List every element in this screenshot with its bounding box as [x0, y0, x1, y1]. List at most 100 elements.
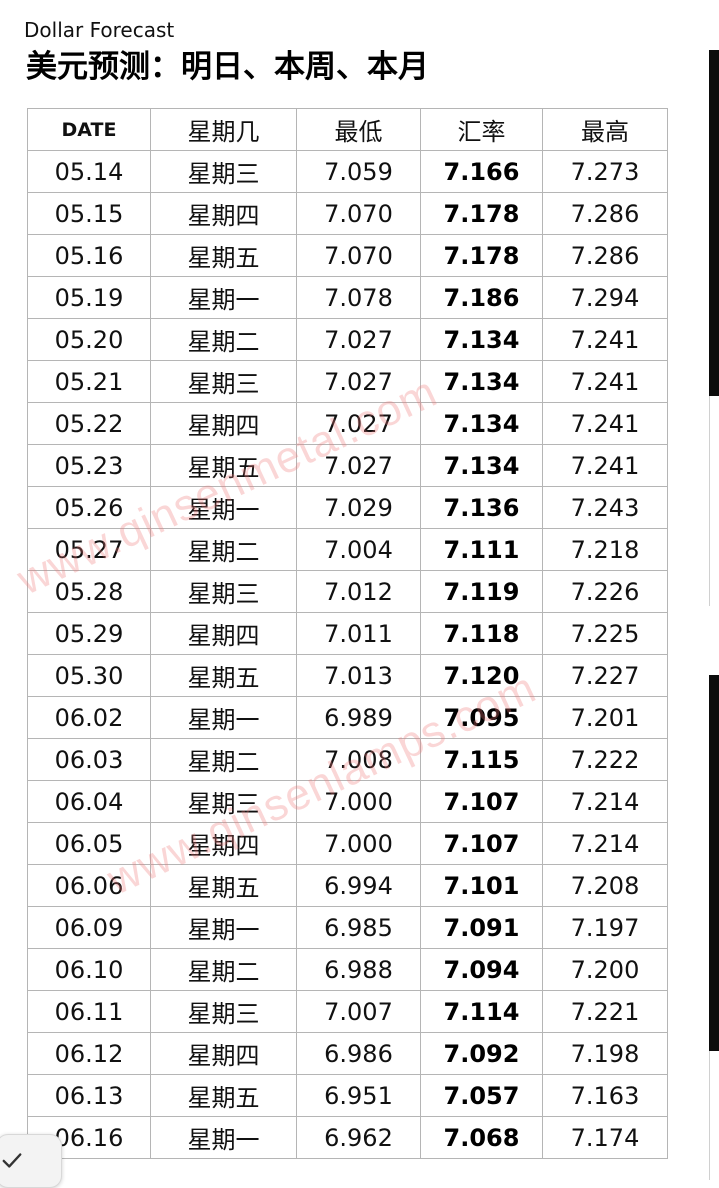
rate-cell: 7.101 — [420, 864, 543, 907]
date-cell: 05.21 — [27, 360, 151, 403]
date-cell: 05.28 — [27, 570, 151, 613]
side-panel-bar — [709, 50, 719, 396]
low-cell: 7.011 — [296, 612, 421, 655]
high-cell: 7.222 — [542, 738, 668, 781]
side-panel-edge — [709, 396, 710, 606]
low-cell: 7.012 — [296, 570, 421, 613]
rate-cell: 7.119 — [420, 570, 543, 613]
column-header-high: 最高 — [542, 108, 668, 151]
weekday-cell: 星期一 — [150, 486, 297, 529]
high-cell: 7.227 — [542, 654, 668, 697]
low-cell: 7.027 — [296, 360, 421, 403]
date-cell: 05.15 — [27, 192, 151, 235]
date-cell: 06.12 — [27, 1032, 151, 1075]
table-row: 05.28 星期三 7.012 7.119 7.226 — [27, 570, 668, 613]
date-cell: 06.09 — [27, 906, 151, 949]
date-cell: 05.30 — [27, 654, 151, 697]
weekday-cell: 星期四 — [150, 822, 297, 865]
high-cell: 7.218 — [542, 528, 668, 571]
high-cell: 7.286 — [542, 192, 668, 235]
side-panel-edge — [709, 1051, 710, 1180]
forecast-table: DATE 星期几 最低 汇率 最高 05.14 星期三 7.059 7.166 7.27… — [27, 108, 668, 1159]
check-icon — [2, 1153, 22, 1168]
column-header-rate: 汇率 — [420, 108, 543, 151]
date-cell: 06.04 — [27, 780, 151, 823]
high-cell: 7.174 — [542, 1116, 668, 1159]
weekday-cell: 星期二 — [150, 528, 297, 571]
high-cell: 7.221 — [542, 990, 668, 1033]
high-cell: 7.286 — [542, 234, 668, 277]
high-cell: 7.201 — [542, 696, 668, 739]
table-row: 06.04 星期三 7.000 7.107 7.214 — [27, 780, 668, 823]
table-body: 05.14 星期三 7.059 7.166 7.273 05.15 星期四 7.070 7.17… — [27, 150, 668, 1159]
table-header-row: DATE 星期几 最低 汇率 最高 — [27, 108, 668, 151]
low-cell: 6.986 — [296, 1032, 421, 1075]
weekday-cell: 星期一 — [150, 276, 297, 319]
column-header-low: 最低 — [296, 108, 421, 151]
table-row: 05.23 星期五 7.027 7.134 7.241 — [27, 444, 668, 487]
weekday-cell: 星期五 — [150, 444, 297, 487]
low-cell: 7.027 — [296, 318, 421, 361]
table-row: 06.03 星期二 7.008 7.115 7.222 — [27, 738, 668, 781]
table-row: 06.13 星期五 6.951 7.057 7.163 — [27, 1074, 668, 1117]
weekday-cell: 星期三 — [150, 780, 297, 823]
low-cell: 7.029 — [296, 486, 421, 529]
high-cell: 7.241 — [542, 402, 668, 445]
low-cell: 6.985 — [296, 906, 421, 949]
low-cell: 7.000 — [296, 822, 421, 865]
high-cell: 7.241 — [542, 318, 668, 361]
table-row: 06.16 星期一 6.962 7.068 7.174 — [27, 1116, 668, 1159]
column-header-weekday: 星期几 — [150, 108, 297, 151]
low-cell: 7.078 — [296, 276, 421, 319]
low-cell: 6.989 — [296, 696, 421, 739]
date-cell: 05.16 — [27, 234, 151, 277]
table-row: 06.05 星期四 7.000 7.107 7.214 — [27, 822, 668, 865]
high-cell: 7.243 — [542, 486, 668, 529]
table-row: 05.20 星期二 7.027 7.134 7.241 — [27, 318, 668, 361]
table-row: 05.30 星期五 7.013 7.120 7.227 — [27, 654, 668, 697]
weekday-cell: 星期三 — [150, 990, 297, 1033]
rate-cell: 7.118 — [420, 612, 543, 655]
date-cell: 05.23 — [27, 444, 151, 487]
low-cell: 7.008 — [296, 738, 421, 781]
weekday-cell: 星期一 — [150, 906, 297, 949]
weekday-cell: 星期五 — [150, 864, 297, 907]
low-cell: 6.988 — [296, 948, 421, 991]
high-cell: 7.198 — [542, 1032, 668, 1075]
date-cell: 06.05 — [27, 822, 151, 865]
weekday-cell: 星期五 — [150, 234, 297, 277]
rate-cell: 7.178 — [420, 234, 543, 277]
date-cell: 05.19 — [27, 276, 151, 319]
high-cell: 7.208 — [542, 864, 668, 907]
table-row: 06.10 星期二 6.988 7.094 7.200 — [27, 948, 668, 991]
high-cell: 7.214 — [542, 822, 668, 865]
low-cell: 6.994 — [296, 864, 421, 907]
table-row: 05.29 星期四 7.011 7.118 7.225 — [27, 612, 668, 655]
table-row: 06.09 星期一 6.985 7.091 7.197 — [27, 906, 668, 949]
low-cell: 7.000 — [296, 780, 421, 823]
high-cell: 7.214 — [542, 780, 668, 823]
rate-cell: 7.068 — [420, 1116, 543, 1159]
date-cell: 05.14 — [27, 150, 151, 193]
column-header-date: DATE — [27, 108, 151, 151]
rate-cell: 7.111 — [420, 528, 543, 571]
date-cell: 05.29 — [27, 612, 151, 655]
low-cell: 7.027 — [296, 444, 421, 487]
weekday-cell: 星期二 — [150, 318, 297, 361]
date-cell: 06.13 — [27, 1074, 151, 1117]
low-cell: 6.951 — [296, 1074, 421, 1117]
weekday-cell: 星期一 — [150, 1116, 297, 1159]
rate-cell: 7.120 — [420, 654, 543, 697]
high-cell: 7.226 — [542, 570, 668, 613]
weekday-cell: 星期三 — [150, 150, 297, 193]
rate-cell: 7.057 — [420, 1074, 543, 1117]
table-row: 05.14 星期三 7.059 7.166 7.273 — [27, 150, 668, 193]
date-cell: 05.26 — [27, 486, 151, 529]
rate-cell: 7.092 — [420, 1032, 543, 1075]
page-title: 美元预测：明日、本周、本月 — [26, 49, 429, 85]
rate-cell: 7.178 — [420, 192, 543, 235]
high-cell: 7.241 — [542, 360, 668, 403]
rate-cell: 7.134 — [420, 444, 543, 487]
table-row: 06.06 星期五 6.994 7.101 7.208 — [27, 864, 668, 907]
low-cell: 7.007 — [296, 990, 421, 1033]
